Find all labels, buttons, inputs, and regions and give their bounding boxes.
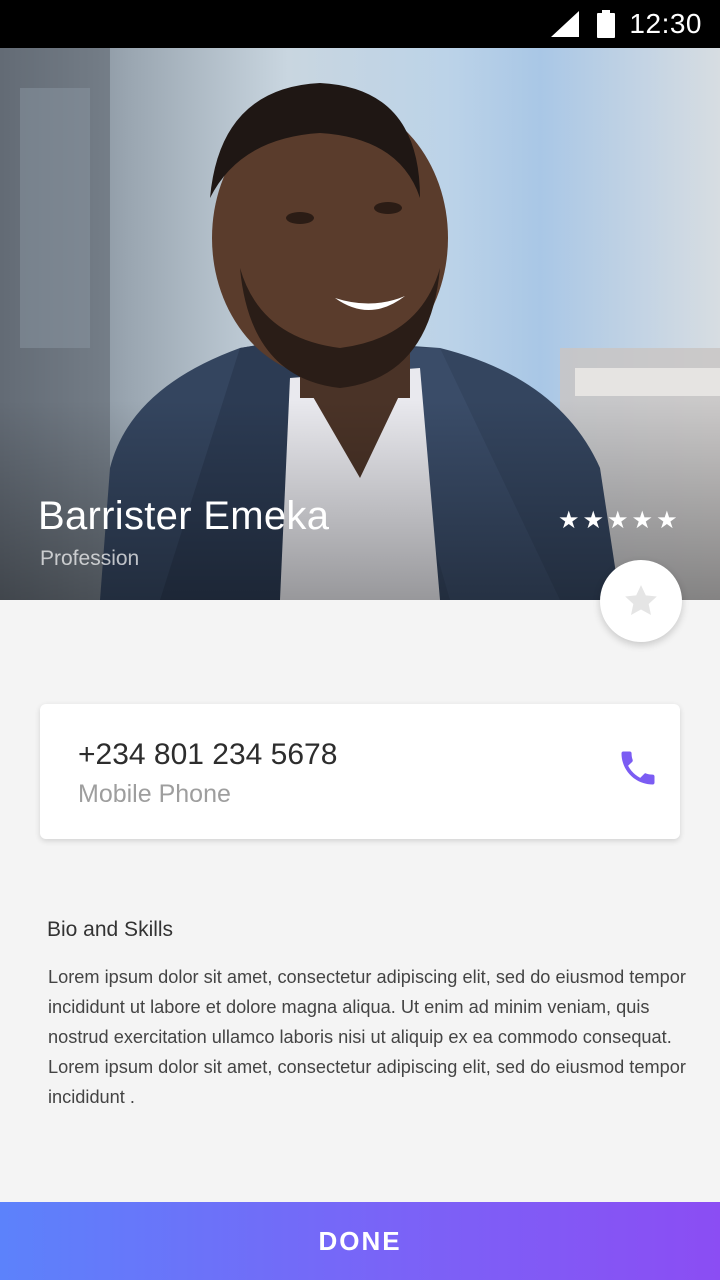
- status-bar: 12:30: [0, 0, 720, 48]
- star-icon: ★: [656, 506, 678, 534]
- star-icon: ★: [631, 506, 654, 534]
- profile-photo: Barrister Emeka Profession ★ ★ ★ ★ ★: [0, 48, 720, 600]
- star-icon: [625, 585, 657, 615]
- phone-number: +234 801 234 5678: [78, 738, 338, 771]
- star-icon: ★: [607, 506, 629, 534]
- profile-name: Barrister Emeka: [38, 494, 330, 538]
- bio-title: Bio and Skills: [47, 918, 174, 941]
- phone-label: Mobile Phone: [78, 780, 231, 808]
- phone-icon[interactable]: [616, 746, 660, 790]
- bio-text: Lorem ipsum dolor sit amet, consectetur …: [48, 967, 686, 1107]
- battery-icon: [597, 10, 616, 38]
- rating-stars: ★ ★ ★ ★ ★: [558, 508, 678, 532]
- done-button[interactable]: DONE: [0, 1202, 720, 1280]
- profile-profession: Profession: [40, 547, 140, 570]
- status-time: 12:30: [629, 8, 702, 39]
- signal-icon: [551, 11, 580, 37]
- star-icon: ★: [582, 506, 605, 534]
- favorite-button[interactable]: [600, 560, 682, 642]
- phone-card[interactable]: +234 801 234 5678 Mobile Phone: [40, 704, 680, 839]
- star-icon: ★: [558, 506, 580, 534]
